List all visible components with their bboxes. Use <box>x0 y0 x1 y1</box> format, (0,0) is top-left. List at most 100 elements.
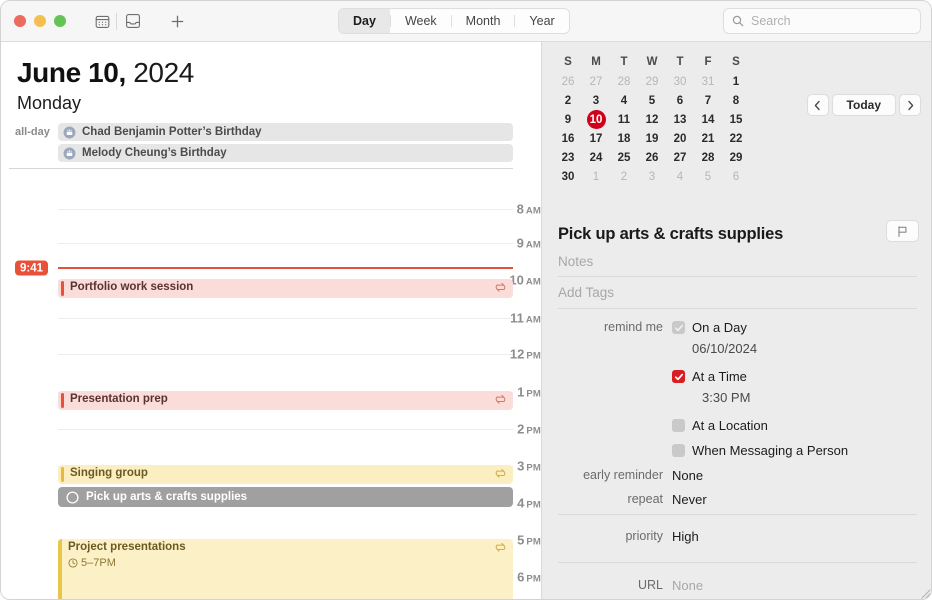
hour-grid: 8AM9AM10AM11AM12PM1PM2PM3PM4PM5PM6PM7PM … <box>1 169 541 600</box>
mini-calendar-day[interactable]: 19 <box>638 129 666 148</box>
calendar-event[interactable]: Singing group <box>58 465 513 484</box>
all-day-event[interactable]: Chad Benjamin Potter’s Birthday <box>58 123 513 141</box>
mini-calendar-day[interactable]: 3 <box>638 167 666 186</box>
mini-calendar-day[interactable]: 20 <box>666 129 694 148</box>
close-button[interactable] <box>14 15 26 27</box>
previous-day-button[interactable] <box>807 94 829 116</box>
at-a-time-value[interactable]: 3:30 PM <box>702 390 750 405</box>
calendar-event[interactable]: Presentation prep <box>58 391 513 410</box>
mini-calendar-day[interactable]: 26 <box>638 148 666 167</box>
mini-calendar-day[interactable]: 17 <box>582 129 610 148</box>
mini-calendar-day[interactable]: 8 <box>722 91 750 110</box>
notes-field[interactable]: Notes <box>558 254 917 269</box>
mini-calendar-day[interactable]: 29 <box>722 148 750 167</box>
inbox-tray-icon[interactable] <box>120 8 146 34</box>
day-number: 16 <box>562 133 575 145</box>
mini-calendar-day[interactable]: 31 <box>694 72 722 91</box>
mini-calendar-day[interactable]: 23 <box>554 148 582 167</box>
birthday-cake-icon <box>63 147 76 160</box>
repeat-value[interactable]: Never <box>672 492 707 507</box>
mini-calendar-day[interactable]: 2 <box>554 91 582 110</box>
mini-calendar-day[interactable]: 27 <box>582 72 610 91</box>
mini-calendar-day[interactable]: 30 <box>666 72 694 91</box>
flag-button[interactable] <box>886 220 919 242</box>
event-title: Presentation prep <box>70 392 513 407</box>
mini-calendar-day[interactable]: 24 <box>582 148 610 167</box>
mini-calendar-day[interactable]: 27 <box>666 148 694 167</box>
when-messaging-checkbox[interactable] <box>672 444 685 457</box>
hour-number: 11 <box>510 311 524 326</box>
mini-calendar-day[interactable]: 22 <box>722 129 750 148</box>
tab-year[interactable]: Year <box>515 9 568 33</box>
detail-divider <box>558 308 917 309</box>
hour-line <box>58 209 513 210</box>
mini-calendar-day[interactable]: 5 <box>694 167 722 186</box>
zoom-button[interactable] <box>54 15 66 27</box>
today-button[interactable]: Today <box>832 94 896 116</box>
day-number: 6 <box>677 95 683 107</box>
mini-calendar-day[interactable]: 16 <box>554 129 582 148</box>
circle-checkbox-icon[interactable] <box>66 491 79 504</box>
mini-calendar-day[interactable]: 18 <box>610 129 638 148</box>
mini-calendar-day[interactable]: 28 <box>610 72 638 91</box>
tab-week[interactable]: Week <box>391 9 451 33</box>
mini-calendar-day[interactable]: 12 <box>638 110 666 129</box>
priority-value[interactable]: High <box>672 529 699 544</box>
mini-calendar-day[interactable]: 26 <box>554 72 582 91</box>
calendar-event[interactable]: Portfolio work session <box>58 279 513 298</box>
minimize-button[interactable] <box>34 15 46 27</box>
mini-calendar-day[interactable]: 6 <box>722 167 750 186</box>
mini-calendar-day[interactable]: 1 <box>722 72 750 91</box>
search-input[interactable]: Search <box>723 8 921 34</box>
mini-calendar-day[interactable]: 9 <box>554 110 582 129</box>
tab-day[interactable]: Day <box>339 9 390 33</box>
mini-calendar-day[interactable]: 13 <box>666 110 694 129</box>
reminder-event-row[interactable]: Pick up arts & crafts supplies <box>58 487 513 507</box>
mini-calendar-day[interactable]: 11 <box>610 110 638 129</box>
hour-line <box>58 429 513 430</box>
mini-calendar-day[interactable]: 15 <box>722 110 750 129</box>
mini-calendar-day[interactable]: 1 <box>582 167 610 186</box>
day-number: 1 <box>593 171 599 183</box>
mini-calendar-day[interactable]: 14 <box>694 110 722 129</box>
on-a-day-label: On a Day <box>692 320 747 335</box>
mini-calendar-day[interactable]: 25 <box>610 148 638 167</box>
calendar-icon[interactable] <box>89 8 115 34</box>
mini-calendar-day[interactable]: 21 <box>694 129 722 148</box>
mini-calendar-day-today[interactable]: 10 <box>582 110 610 129</box>
day-number: 22 <box>730 133 743 145</box>
mini-calendar-day[interactable]: 5 <box>638 91 666 110</box>
mini-calendar-day[interactable]: 30 <box>554 167 582 186</box>
at-a-time-checkbox[interactable] <box>672 370 685 383</box>
add-event-button[interactable] <box>164 8 190 34</box>
resize-grip[interactable] <box>919 587 931 599</box>
on-a-day-value[interactable]: 06/10/2024 <box>692 341 757 356</box>
all-day-event-title: Chad Benjamin Potter’s Birthday <box>82 126 262 138</box>
on-a-day-checkbox[interactable] <box>672 321 685 334</box>
tags-field[interactable]: Add Tags <box>558 285 917 300</box>
url-value[interactable]: None <box>672 578 703 593</box>
mini-calendar-day[interactable]: 29 <box>638 72 666 91</box>
mini-calendar-day[interactable]: 28 <box>694 148 722 167</box>
hour-ampm: AM <box>526 315 541 326</box>
at-a-location-checkbox[interactable] <box>672 419 685 432</box>
mini-calendar-day[interactable]: 3 <box>582 91 610 110</box>
remind-me-label: remind me <box>542 320 672 334</box>
mini-calendar-day[interactable]: 4 <box>666 167 694 186</box>
early-reminder-value[interactable]: None <box>672 468 703 483</box>
mini-calendar-day[interactable]: 4 <box>610 91 638 110</box>
day-number: 3 <box>593 95 599 107</box>
day-number: 7 <box>705 95 711 107</box>
all-day-event[interactable]: Melody Cheung’s Birthday <box>58 144 513 162</box>
day-number: 4 <box>621 95 627 107</box>
mini-calendar-day[interactable]: 7 <box>694 91 722 110</box>
day-number: 15 <box>730 114 743 126</box>
calendar-event[interactable]: Project presentations5–7PM <box>58 539 513 600</box>
mini-calendar-week: 16 1718192021 22 <box>554 129 804 148</box>
mini-calendar-day[interactable]: 2 <box>610 167 638 186</box>
mini-calendar-weekday: T <box>666 52 694 72</box>
repeat-label: repeat <box>542 492 672 506</box>
mini-calendar-day[interactable]: 6 <box>666 91 694 110</box>
next-day-button[interactable] <box>899 94 921 116</box>
tab-month[interactable]: Month <box>452 9 515 33</box>
